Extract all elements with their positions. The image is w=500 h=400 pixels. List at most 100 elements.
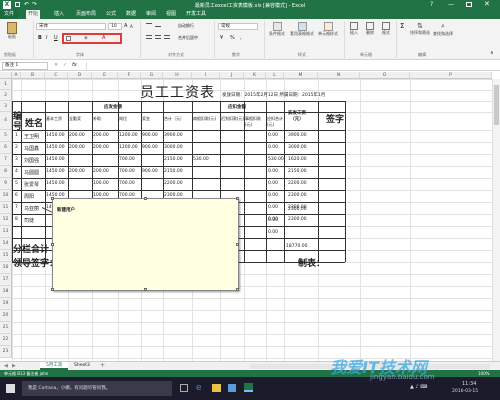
name-box[interactable]: 备注 1 — [2, 62, 48, 70]
data-cell[interactable]: 0.00 — [268, 145, 278, 150]
font-name-select[interactable]: 宋体 — [36, 23, 106, 30]
collapse-ribbon-icon[interactable]: ∧ — [490, 50, 494, 56]
column-header[interactable]: I — [192, 72, 220, 79]
cortana-search-box[interactable]: 我是 Cortana，小娜。有问题尽管问我。 — [22, 381, 172, 396]
bold-button[interactable]: B — [38, 35, 42, 41]
data-cell[interactable]: 100.00 — [93, 181, 109, 186]
data-cell[interactable]: 1450.00 — [46, 169, 65, 174]
currency-icon[interactable]: ¥ — [220, 35, 223, 41]
data-cell[interactable]: 2200.00 — [164, 181, 183, 186]
font-color-icon[interactable]: A — [102, 35, 105, 41]
employee-name[interactable]: 马圆圆 — [24, 169, 39, 176]
format-cells-button[interactable]: 格式 — [379, 22, 393, 36]
undo-icon[interactable]: ↶ — [24, 1, 29, 8]
row-number[interactable]: 7 — [15, 205, 18, 210]
edge-browser-icon[interactable]: e — [196, 383, 202, 393]
data-cell[interactable]: 2300.00 — [288, 217, 307, 222]
redo-icon[interactable]: ↷ — [32, 1, 37, 8]
data-cell[interactable]: 900.00 — [142, 169, 158, 174]
italic-button[interactable]: I — [46, 35, 47, 41]
minimize-button[interactable]: — — [448, 1, 454, 8]
row-header[interactable]: 11 — [0, 202, 12, 214]
file-explorer-icon[interactable] — [212, 384, 221, 392]
next-sheet-icon[interactable]: ▶ — [12, 363, 16, 369]
data-cell[interactable]: 1620.00 — [288, 157, 307, 162]
row-header[interactable]: 13 — [0, 226, 12, 238]
formula-input[interactable] — [86, 62, 496, 70]
delete-cells-button[interactable]: 删除 — [363, 22, 377, 36]
column-header[interactable]: C — [45, 72, 68, 79]
row-number[interactable]: 5 — [15, 181, 18, 186]
conditional-format-button[interactable]: 条件格式 — [266, 22, 288, 37]
row-header[interactable]: 12 — [0, 214, 12, 226]
row-header[interactable]: 6 — [0, 142, 12, 154]
column-header[interactable]: N — [318, 72, 360, 79]
column-header[interactable]: A — [12, 72, 21, 79]
align-top-icon[interactable] — [146, 23, 152, 24]
tab-developer[interactable]: 开发工具 — [184, 11, 208, 18]
employee-name[interactable]: 王卫明 — [24, 133, 39, 140]
number-format-select[interactable]: 常规 — [218, 23, 258, 30]
data-cell[interactable]: 1450.00 — [46, 133, 65, 138]
find-select-button[interactable]: ⌕ 查找和选择 — [432, 22, 454, 37]
row-header[interactable]: 19 — [0, 298, 12, 310]
row-number[interactable]: 8 — [15, 217, 18, 222]
employee-name[interactable]: 刘国强 — [24, 157, 39, 164]
net-pay-cell[interactable]: 2300.00 — [288, 207, 307, 212]
data-cell[interactable]: 3000.00 — [288, 145, 307, 150]
resize-handle[interactable] — [144, 197, 147, 200]
excel-taskbar-icon[interactable] — [244, 383, 253, 392]
row-header[interactable]: 20 — [0, 310, 12, 322]
clock-time[interactable]: 11:34 — [462, 381, 476, 387]
border-icon[interactable] — [66, 36, 71, 41]
store-icon[interactable] — [228, 384, 236, 392]
cancel-icon[interactable]: ✕ — [54, 62, 58, 68]
row-number[interactable]: 1 — [15, 133, 18, 138]
data-cell[interactable]: 2200.00 — [288, 181, 307, 186]
comment-note[interactable]: 新建用户 — [51, 197, 239, 291]
employee-name[interactable]: 马国鑫 — [24, 145, 39, 152]
row-header[interactable]: 21 — [0, 322, 12, 334]
row-number[interactable]: 4 — [15, 169, 18, 174]
row-header[interactable]: 15 — [0, 250, 12, 262]
merge-center-button[interactable]: 合并后居中 — [178, 35, 198, 41]
data-cell[interactable]: 200.00 — [69, 145, 85, 150]
paste-button[interactable]: 粘贴 — [3, 22, 21, 40]
shrink-font-icon[interactable]: A — [130, 24, 133, 29]
row-header[interactable]: 3 — [0, 101, 12, 112]
underline-button[interactable]: U — [54, 35, 58, 41]
percent-icon[interactable]: % — [230, 35, 235, 41]
data-cell[interactable]: 200.00 — [93, 133, 109, 138]
task-view-icon[interactable] — [180, 384, 188, 392]
resize-handle[interactable] — [236, 197, 239, 200]
row-header[interactable]: 10 — [0, 190, 12, 202]
data-cell[interactable]: 1200.00 — [119, 145, 138, 150]
deduct-total-cell[interactable]: 0.00 — [268, 218, 278, 223]
insert-function-icon[interactable]: fx — [72, 62, 77, 68]
resize-handle[interactable] — [236, 288, 239, 291]
data-cell[interactable]: 2300.00 — [288, 193, 307, 198]
table-format-button[interactable]: 套用表格格式 — [290, 22, 314, 37]
data-cell[interactable]: 3900.00 — [164, 133, 183, 138]
data-cell[interactable]: 3900.00 — [288, 133, 307, 138]
clock-date[interactable]: 2016-03-15 — [452, 389, 478, 394]
data-cell[interactable]: 0.00 — [268, 133, 278, 138]
close-button[interactable]: ✕ — [484, 0, 490, 8]
tab-file[interactable]: 文件 — [0, 10, 19, 19]
data-cell[interactable]: 1450.00 — [46, 157, 65, 162]
data-cell[interactable]: 0.00 — [268, 181, 278, 186]
column-header[interactable]: F — [118, 72, 141, 79]
insert-cells-button[interactable]: 插入 — [347, 22, 361, 36]
data-cell[interactable]: 200.00 — [69, 133, 85, 138]
select-all-corner[interactable] — [0, 72, 12, 79]
align-left-icon[interactable] — [146, 35, 152, 39]
tab-view[interactable]: 视图 — [164, 11, 178, 18]
sheet-tab[interactable]: Sheet3 — [68, 362, 96, 370]
align-middle-icon[interactable] — [155, 26, 161, 27]
data-cell[interactable]: 200.00 — [69, 169, 85, 174]
data-cell[interactable]: 2150.00 — [288, 169, 307, 174]
help-icon[interactable]: ? — [430, 1, 433, 8]
resize-handle[interactable] — [236, 243, 239, 246]
maximize-button[interactable] — [466, 2, 472, 7]
tab-page-layout[interactable]: 页面布局 — [74, 11, 98, 18]
